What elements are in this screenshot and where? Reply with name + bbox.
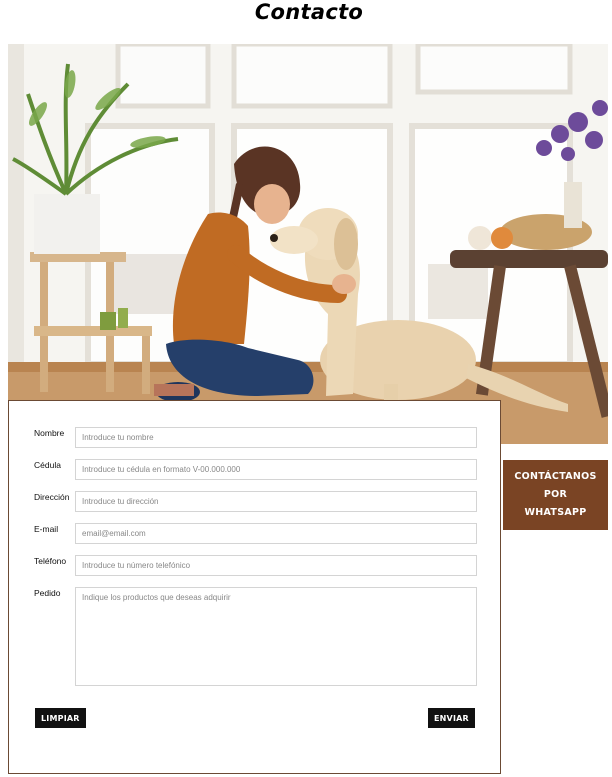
phone-label: Teléfono	[34, 556, 67, 566]
whatsapp-label-line1: CONTÁCTANOS	[514, 471, 597, 482]
email-label: E-mail	[34, 524, 59, 534]
id-label: Cédula	[34, 460, 61, 470]
page-title: Contacto	[254, 0, 364, 24]
whatsapp-contact-button[interactable]: CONTÁCTANOS POR WHATSAPP	[503, 460, 608, 530]
phone-input[interactable]	[75, 555, 477, 576]
clear-button[interactable]: LIMPIAR	[35, 708, 86, 728]
hero-photo	[8, 44, 608, 444]
contact-form: Nombre Cédula Dirección E-mail Teléfono …	[8, 400, 501, 774]
hero-illustration	[8, 44, 608, 444]
email-input[interactable]	[75, 523, 477, 544]
address-input[interactable]	[75, 491, 477, 512]
order-label: Pedido	[34, 588, 61, 598]
order-textarea[interactable]	[75, 587, 477, 686]
whatsapp-label-line2: POR	[543, 489, 568, 500]
name-label: Nombre	[34, 428, 65, 438]
whatsapp-label-line3: WHATSAPP	[524, 507, 587, 518]
name-input[interactable]	[75, 427, 477, 448]
address-label: Dirección	[34, 492, 70, 502]
submit-button[interactable]: ENVIAR	[428, 708, 475, 728]
id-number-input[interactable]	[75, 459, 477, 480]
